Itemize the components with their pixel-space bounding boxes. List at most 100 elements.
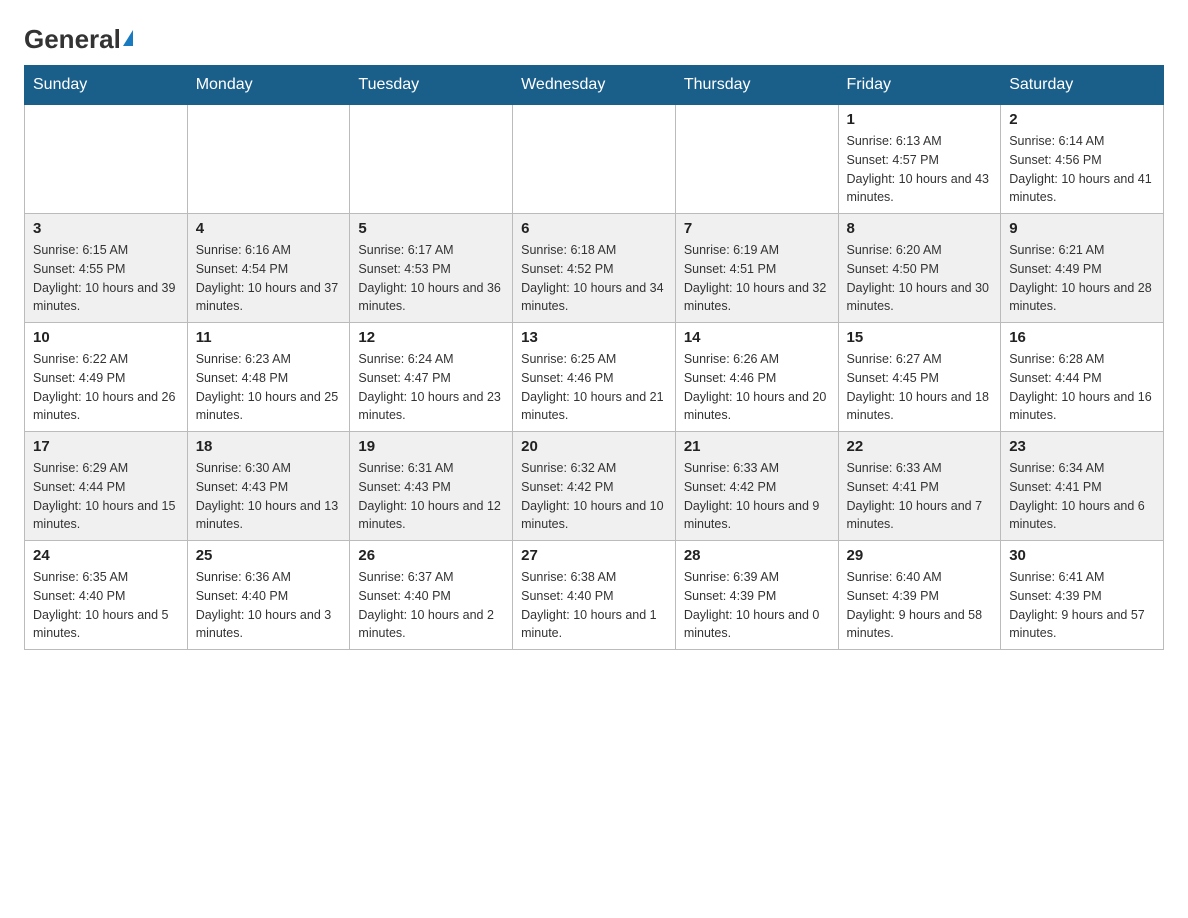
calendar-cell: 15 Sunrise: 6:27 AMSunset: 4:45 PMDayligh… (838, 323, 1001, 432)
calendar-cell: 27 Sunrise: 6:38 AMSunset: 4:40 PMDayligh… (513, 541, 676, 650)
day-number: 21 (684, 438, 830, 455)
day-info: Sunrise: 6:20 AMSunset: 4:50 PMDaylight:… (847, 241, 993, 316)
calendar-cell (187, 105, 350, 214)
day-info: Sunrise: 6:34 AMSunset: 4:41 PMDaylight:… (1009, 459, 1155, 534)
day-number: 22 (847, 438, 993, 455)
calendar-cell: 26Sunrise: 6:37 AMSunset: 4:40 PMDayligh… (350, 541, 513, 650)
day-number: 7 (684, 220, 830, 237)
day-number: 19 (358, 438, 504, 455)
calendar-cell: 19 Sunrise: 6:31 AMSunset: 4:43 PMDayligh… (350, 432, 513, 541)
calendar-cell (675, 105, 838, 214)
calendar-week-3: 10 Sunrise: 6:22 AMSunset: 4:49 PMDayligh… (25, 323, 1164, 432)
day-number: 8 (847, 220, 993, 237)
day-info: Sunrise: 6:33 AMSunset: 4:42 PMDaylight:… (684, 459, 830, 534)
calendar-cell: 28 Sunrise: 6:39 AMSunset: 4:39 PMDayligh… (675, 541, 838, 650)
day-number: 27 (521, 547, 667, 564)
day-info: Sunrise: 6:38 AMSunset: 4:40 PMDaylight:… (521, 568, 667, 643)
day-number: 20 (521, 438, 667, 455)
day-info: Sunrise: 6:21 AMSunset: 4:49 PMDaylight:… (1009, 241, 1155, 316)
day-info: Sunrise: 6:22 AMSunset: 4:49 PMDaylight:… (33, 350, 179, 425)
page-header: General (24, 24, 1164, 49)
logo-general-text: General (24, 24, 121, 55)
day-number: 15 (847, 329, 993, 346)
calendar-cell: 18Sunrise: 6:30 AMSunset: 4:43 PMDayligh… (187, 432, 350, 541)
day-info: Sunrise: 6:16 AMSunset: 4:54 PMDaylight:… (196, 241, 342, 316)
calendar-cell: 30Sunrise: 6:41 AMSunset: 4:39 PMDayligh… (1001, 541, 1164, 650)
day-info: Sunrise: 6:33 AMSunset: 4:41 PMDaylight:… (847, 459, 993, 534)
day-number: 3 (33, 220, 179, 237)
day-info: Sunrise: 6:39 AMSunset: 4:39 PMDaylight:… (684, 568, 830, 643)
calendar-cell: 3 Sunrise: 6:15 AMSunset: 4:55 PMDaylight… (25, 214, 188, 323)
calendar-header-row: SundayMondayTuesdayWednesdayThursdayFrid… (25, 66, 1164, 105)
day-info: Sunrise: 6:35 AMSunset: 4:40 PMDaylight:… (33, 568, 179, 643)
day-number: 10 (33, 329, 179, 346)
day-number: 25 (196, 547, 342, 564)
day-number: 1 (847, 111, 993, 128)
calendar-cell (350, 105, 513, 214)
calendar-cell (25, 105, 188, 214)
day-info: Sunrise: 6:25 AMSunset: 4:46 PMDaylight:… (521, 350, 667, 425)
day-info: Sunrise: 6:31 AMSunset: 4:43 PMDaylight:… (358, 459, 504, 534)
day-number: 4 (196, 220, 342, 237)
day-number: 11 (196, 329, 342, 346)
weekday-header-monday: Monday (187, 66, 350, 105)
logo: General (24, 24, 133, 49)
weekday-header-tuesday: Tuesday (350, 66, 513, 105)
calendar-cell: 25 Sunrise: 6:36 AMSunset: 4:40 PMDayligh… (187, 541, 350, 650)
calendar-week-5: 24Sunrise: 6:35 AMSunset: 4:40 PMDayligh… (25, 541, 1164, 650)
day-info: Sunrise: 6:41 AMSunset: 4:39 PMDaylight:… (1009, 568, 1155, 643)
day-number: 5 (358, 220, 504, 237)
logo-triangle-icon (123, 30, 133, 46)
calendar-week-2: 3 Sunrise: 6:15 AMSunset: 4:55 PMDaylight… (25, 214, 1164, 323)
day-number: 13 (521, 329, 667, 346)
calendar-cell: 12 Sunrise: 6:24 AMSunset: 4:47 PMDayligh… (350, 323, 513, 432)
day-info: Sunrise: 6:14 AMSunset: 4:56 PMDaylight:… (1009, 132, 1155, 207)
day-info: Sunrise: 6:19 AMSunset: 4:51 PMDaylight:… (684, 241, 830, 316)
day-number: 12 (358, 329, 504, 346)
weekday-header-sunday: Sunday (25, 66, 188, 105)
day-info: Sunrise: 6:36 AMSunset: 4:40 PMDaylight:… (196, 568, 342, 643)
calendar-cell: 14Sunrise: 6:26 AMSunset: 4:46 PMDayligh… (675, 323, 838, 432)
day-number: 23 (1009, 438, 1155, 455)
calendar-cell: 20 Sunrise: 6:32 AMSunset: 4:42 PMDayligh… (513, 432, 676, 541)
calendar-week-4: 17 Sunrise: 6:29 AMSunset: 4:44 PMDayligh… (25, 432, 1164, 541)
calendar-cell: 23 Sunrise: 6:34 AMSunset: 4:41 PMDayligh… (1001, 432, 1164, 541)
day-info: Sunrise: 6:23 AMSunset: 4:48 PMDaylight:… (196, 350, 342, 425)
calendar-cell: 22 Sunrise: 6:33 AMSunset: 4:41 PMDayligh… (838, 432, 1001, 541)
day-number: 16 (1009, 329, 1155, 346)
day-number: 17 (33, 438, 179, 455)
day-info: Sunrise: 6:27 AMSunset: 4:45 PMDaylight:… (847, 350, 993, 425)
calendar-cell: 7 Sunrise: 6:19 AMSunset: 4:51 PMDaylight… (675, 214, 838, 323)
day-info: Sunrise: 6:40 AMSunset: 4:39 PMDaylight:… (847, 568, 993, 643)
calendar-cell: 10 Sunrise: 6:22 AMSunset: 4:49 PMDayligh… (25, 323, 188, 432)
calendar-cell: 8 Sunrise: 6:20 AMSunset: 4:50 PMDaylight… (838, 214, 1001, 323)
calendar-cell: 29 Sunrise: 6:40 AMSunset: 4:39 PMDayligh… (838, 541, 1001, 650)
calendar-cell: 2Sunrise: 6:14 AMSunset: 4:56 PMDaylight… (1001, 105, 1164, 214)
day-number: 29 (847, 547, 993, 564)
day-info: Sunrise: 6:24 AMSunset: 4:47 PMDaylight:… (358, 350, 504, 425)
calendar-cell: 6Sunrise: 6:18 AMSunset: 4:52 PMDaylight… (513, 214, 676, 323)
calendar-cell: 1 Sunrise: 6:13 AMSunset: 4:57 PMDaylight… (838, 105, 1001, 214)
day-info: Sunrise: 6:32 AMSunset: 4:42 PMDaylight:… (521, 459, 667, 534)
day-number: 9 (1009, 220, 1155, 237)
day-info: Sunrise: 6:29 AMSunset: 4:44 PMDaylight:… (33, 459, 179, 534)
calendar-cell (513, 105, 676, 214)
calendar-cell: 21 Sunrise: 6:33 AMSunset: 4:42 PMDayligh… (675, 432, 838, 541)
calendar-cell: 17 Sunrise: 6:29 AMSunset: 4:44 PMDayligh… (25, 432, 188, 541)
weekday-header-wednesday: Wednesday (513, 66, 676, 105)
day-info: Sunrise: 6:18 AMSunset: 4:52 PMDaylight:… (521, 241, 667, 316)
day-info: Sunrise: 6:26 AMSunset: 4:46 PMDaylight:… (684, 350, 830, 425)
weekday-header-friday: Friday (838, 66, 1001, 105)
calendar-cell: 9 Sunrise: 6:21 AMSunset: 4:49 PMDaylight… (1001, 214, 1164, 323)
day-info: Sunrise: 6:30 AMSunset: 4:43 PMDaylight:… (196, 459, 342, 534)
day-number: 28 (684, 547, 830, 564)
calendar-table: SundayMondayTuesdayWednesdayThursdayFrid… (24, 65, 1164, 650)
day-info: Sunrise: 6:28 AMSunset: 4:44 PMDaylight:… (1009, 350, 1155, 425)
calendar-cell: 5Sunrise: 6:17 AMSunset: 4:53 PMDaylight… (350, 214, 513, 323)
day-info: Sunrise: 6:15 AMSunset: 4:55 PMDaylight:… (33, 241, 179, 316)
day-info: Sunrise: 6:37 AMSunset: 4:40 PMDaylight:… (358, 568, 504, 643)
weekday-header-saturday: Saturday (1001, 66, 1164, 105)
calendar-week-1: 1 Sunrise: 6:13 AMSunset: 4:57 PMDaylight… (25, 105, 1164, 214)
day-info: Sunrise: 6:13 AMSunset: 4:57 PMDaylight:… (847, 132, 993, 207)
calendar-cell: 16 Sunrise: 6:28 AMSunset: 4:44 PMDayligh… (1001, 323, 1164, 432)
